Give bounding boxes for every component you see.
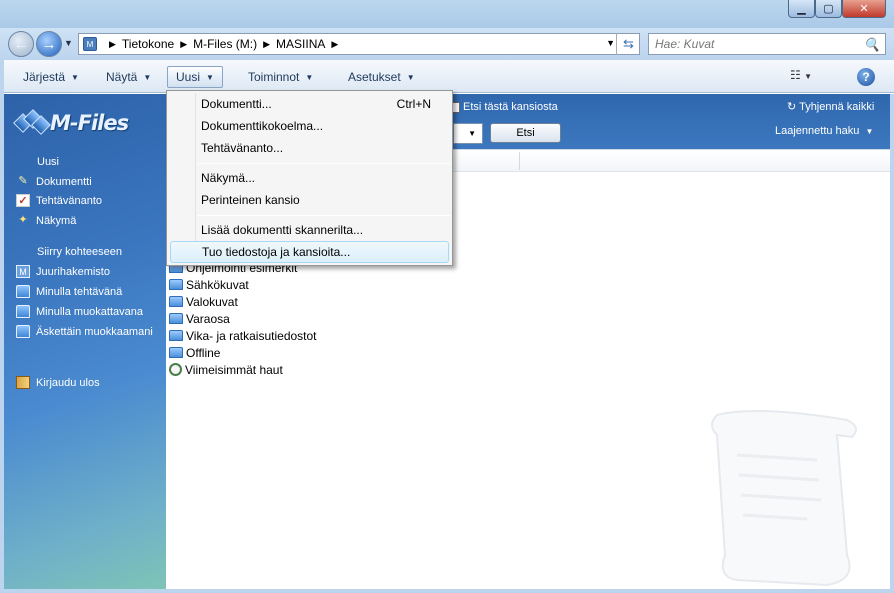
goto-section-header: Siirry kohteeseen bbox=[37, 246, 122, 258]
sidebar-new-document[interactable]: ✎ Dokumentti bbox=[16, 175, 91, 188]
title-bar: ▁ ▢ ✕ bbox=[0, 0, 894, 30]
m-files-vault-icon: M bbox=[83, 37, 97, 51]
m-files-logo: M-Files bbox=[13, 109, 129, 136]
search-type-dropdown[interactable]: ▼ bbox=[453, 123, 483, 144]
sidebar-new-view[interactable]: ✦ Näkymä bbox=[16, 214, 76, 227]
folder-icon bbox=[169, 347, 183, 358]
advanced-search-link[interactable]: Laajennettu haku ▼ bbox=[775, 125, 873, 137]
breadcrumb-vault[interactable]: MASIINA bbox=[276, 37, 325, 51]
list-item[interactable]: Offline bbox=[169, 344, 220, 361]
command-bar: Järjestä ▼ Näytä ▼ Uusi ▼ Toiminnot ▼ Asetuk… bbox=[0, 60, 894, 93]
menu-separator bbox=[198, 215, 450, 216]
view-options-icon[interactable]: ☷ ▼ bbox=[790, 68, 812, 82]
new-section-header: Uusi bbox=[37, 156, 60, 168]
clear-all-link[interactable]: ↻ Tyhjennä kaikki bbox=[787, 100, 874, 113]
folder-icon bbox=[169, 279, 183, 290]
menu-item-traditional-folder[interactable]: Perinteinen kansio bbox=[170, 189, 449, 211]
history-dropdown-icon[interactable]: ▼ bbox=[64, 38, 73, 48]
checkbox-icon: ✓ bbox=[16, 194, 30, 207]
menu-item-scan-document[interactable]: Lisää dokumentti skannerilta... bbox=[170, 219, 449, 241]
recent-search-icon bbox=[169, 363, 182, 376]
sidebar-root[interactable]: M Juurihakemisto bbox=[16, 265, 110, 278]
view-menu[interactable]: Näytä ▼ bbox=[98, 66, 159, 88]
chevron-down-icon: ▼ bbox=[468, 129, 476, 138]
chevron-down-icon: ▼ bbox=[865, 127, 874, 136]
breadcrumb-computer[interactable]: Tietokone bbox=[122, 37, 174, 51]
sidebar-new-assignment[interactable]: ✓ Tehtävänanto bbox=[16, 194, 102, 207]
menu-item-document-collection[interactable]: Dokumenttikokoelma... bbox=[170, 115, 449, 137]
sidebar-assigned-to-me[interactable]: Minulla tehtävänä bbox=[16, 285, 122, 298]
breadcrumb-drive[interactable]: M-Files (M:) bbox=[193, 37, 257, 51]
new-menu[interactable]: Uusi ▼ bbox=[167, 66, 223, 88]
chevron-down-icon: ▼ bbox=[143, 72, 152, 82]
sidebar: M-Files Uusi ✎ Dokumentti ✓ Tehtävänanto ✦… bbox=[4, 94, 166, 589]
column-divider[interactable] bbox=[519, 152, 520, 170]
sidebar-logout[interactable]: Kirjaudu ulos bbox=[16, 376, 100, 389]
search-placeholder: Hae: Kuvat bbox=[655, 37, 715, 51]
menu-item-document[interactable]: Dokumentti... Ctrl+N bbox=[170, 93, 449, 115]
breadcrumb-separator-icon: ▶ bbox=[331, 38, 339, 49]
minimize-button[interactable]: ▁ bbox=[788, 0, 815, 18]
scroll-watermark-icon bbox=[711, 410, 857, 587]
door-icon bbox=[16, 376, 30, 389]
breadcrumb-separator-icon: ▶ bbox=[180, 38, 188, 49]
help-icon[interactable]: ? bbox=[857, 68, 875, 86]
list-item[interactable]: Sähkökuvat bbox=[169, 276, 249, 293]
breadcrumb-separator-icon: ▶ bbox=[109, 38, 116, 49]
shortcut-label: Ctrl+N bbox=[396, 97, 431, 111]
folder-icon bbox=[169, 330, 183, 341]
chevron-down-icon: ▼ bbox=[71, 72, 79, 82]
chevron-down-icon: ▼ bbox=[406, 72, 415, 82]
folder-icon bbox=[16, 325, 30, 338]
list-item[interactable]: Varaosa bbox=[169, 310, 230, 327]
back-button[interactable]: ← bbox=[8, 31, 34, 57]
forward-button[interactable]: → bbox=[36, 31, 62, 57]
folder-icon bbox=[16, 305, 30, 318]
list-item[interactable]: Vika- ja ratkaisutiedostot bbox=[169, 327, 317, 344]
search-this-folder-label: Etsi tästä kansiosta bbox=[463, 101, 558, 113]
view-star-icon: ✦ bbox=[18, 214, 28, 226]
list-item[interactable]: Valokuvat bbox=[169, 293, 238, 310]
menu-separator bbox=[198, 163, 450, 164]
menu-item-import-files[interactable]: Tuo tiedostoja ja kansioita... bbox=[170, 241, 449, 263]
search-button[interactable]: Etsi bbox=[490, 123, 561, 143]
window-border bbox=[890, 94, 894, 589]
close-button[interactable]: ✕ bbox=[842, 0, 886, 18]
actions-menu[interactable]: Toiminnot ▼ bbox=[240, 66, 321, 88]
sidebar-recently-modified[interactable]: Äskettäin muokkaamani bbox=[16, 325, 153, 338]
window-border bbox=[0, 589, 894, 593]
folder-icon bbox=[169, 313, 183, 324]
folder-icon bbox=[16, 285, 30, 298]
address-bar[interactable]: M ▶ Tietokone ▶ M-Files (M:) ▶ MASIINA ▶… bbox=[78, 33, 640, 55]
document-icon: ✎ bbox=[18, 175, 28, 187]
folder-icon bbox=[169, 296, 183, 307]
search-icon[interactable]: 🔍 bbox=[864, 37, 880, 53]
menu-item-assignment[interactable]: Tehtävänanto... bbox=[170, 137, 449, 159]
chevron-down-icon: ▼ bbox=[206, 72, 214, 82]
maximize-button[interactable]: ▢ bbox=[815, 0, 842, 18]
home-icon: M bbox=[16, 265, 30, 278]
list-item[interactable]: Viimeisimmät haut bbox=[169, 361, 283, 378]
search-input[interactable]: Hae: Kuvat 🔍 bbox=[648, 33, 886, 55]
address-dropdown-icon[interactable]: ▼ bbox=[606, 38, 615, 48]
chevron-down-icon: ▼ bbox=[305, 72, 314, 82]
settings-menu[interactable]: Asetukset ▼ bbox=[340, 66, 423, 88]
refresh-icon[interactable]: ⇆ bbox=[616, 33, 640, 55]
menu-item-view[interactable]: Näkymä... bbox=[170, 167, 449, 189]
logo-mark-icon bbox=[13, 109, 51, 136]
organize-menu[interactable]: Järjestä ▼ bbox=[15, 66, 87, 88]
reset-icon: ↻ bbox=[787, 101, 797, 113]
sidebar-checked-out[interactable]: Minulla muokattavana bbox=[16, 305, 143, 318]
new-dropdown-menu: Dokumentti... Ctrl+N Dokumenttikokoelma..… bbox=[166, 90, 453, 266]
breadcrumb-separator-icon: ▶ bbox=[263, 38, 271, 49]
address-row: ← → ▼ M ▶ Tietokone ▶ M-Files (M:) ▶ MAS… bbox=[0, 28, 894, 60]
